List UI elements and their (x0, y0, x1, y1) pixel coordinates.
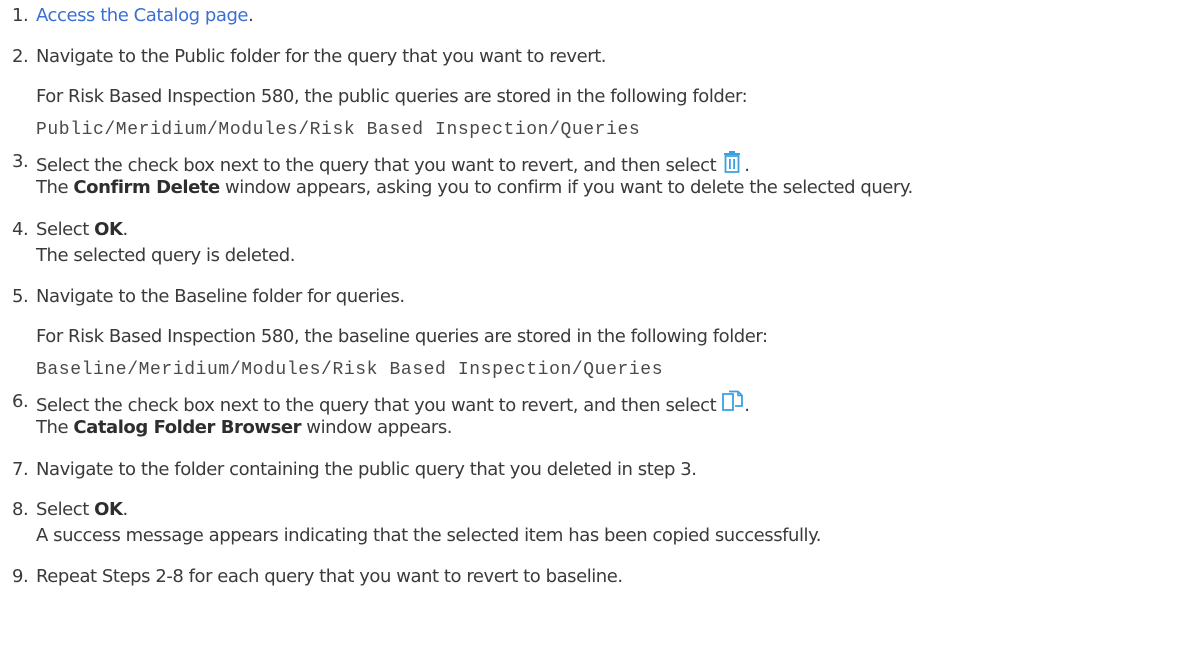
step-result: A success message appears indicating tha… (36, 525, 821, 546)
step-number: 8. (12, 499, 29, 520)
step-number: 3. (12, 151, 29, 172)
step-result: The selected query is deleted. (36, 245, 296, 266)
step-number: 5. (12, 286, 29, 307)
step-text: Select the check box next to the query t… (36, 155, 717, 176)
confirm-delete-label: Confirm Delete (73, 177, 220, 198)
step-text: Navigate to the folder containing the pu… (36, 459, 697, 480)
step-number: 7. (12, 459, 29, 480)
step-text: Navigate to the Baseline folder for quer… (36, 286, 405, 307)
copy-icon (720, 390, 744, 421)
step-number: 1. (12, 5, 29, 26)
folder-path: Public/Meridium/Modules/Risk Based Inspe… (36, 120, 641, 140)
ok-label: OK (94, 499, 123, 520)
step-note: For Risk Based Inspection 580, the basel… (36, 326, 768, 347)
step-number: 2. (12, 46, 29, 67)
folder-path: Baseline/Meridium/Modules/Risk Based Ins… (36, 360, 664, 380)
step-text: Navigate to the Public folder for the qu… (36, 46, 607, 67)
ok-label: OK (94, 219, 123, 240)
step-text: Repeat Steps 2-8 for each query that you… (36, 566, 623, 587)
step-number: 9. (12, 566, 29, 587)
step-text: Select the check box next to the query t… (36, 395, 717, 416)
step-number: 6. (12, 391, 29, 412)
step-number: 4. (12, 219, 29, 240)
catalog-page-link[interactable]: Access the Catalog page (36, 5, 249, 26)
step-note: For Risk Based Inspection 580, the publi… (36, 86, 748, 107)
catalog-folder-browser-label: Catalog Folder Browser (73, 417, 302, 438)
